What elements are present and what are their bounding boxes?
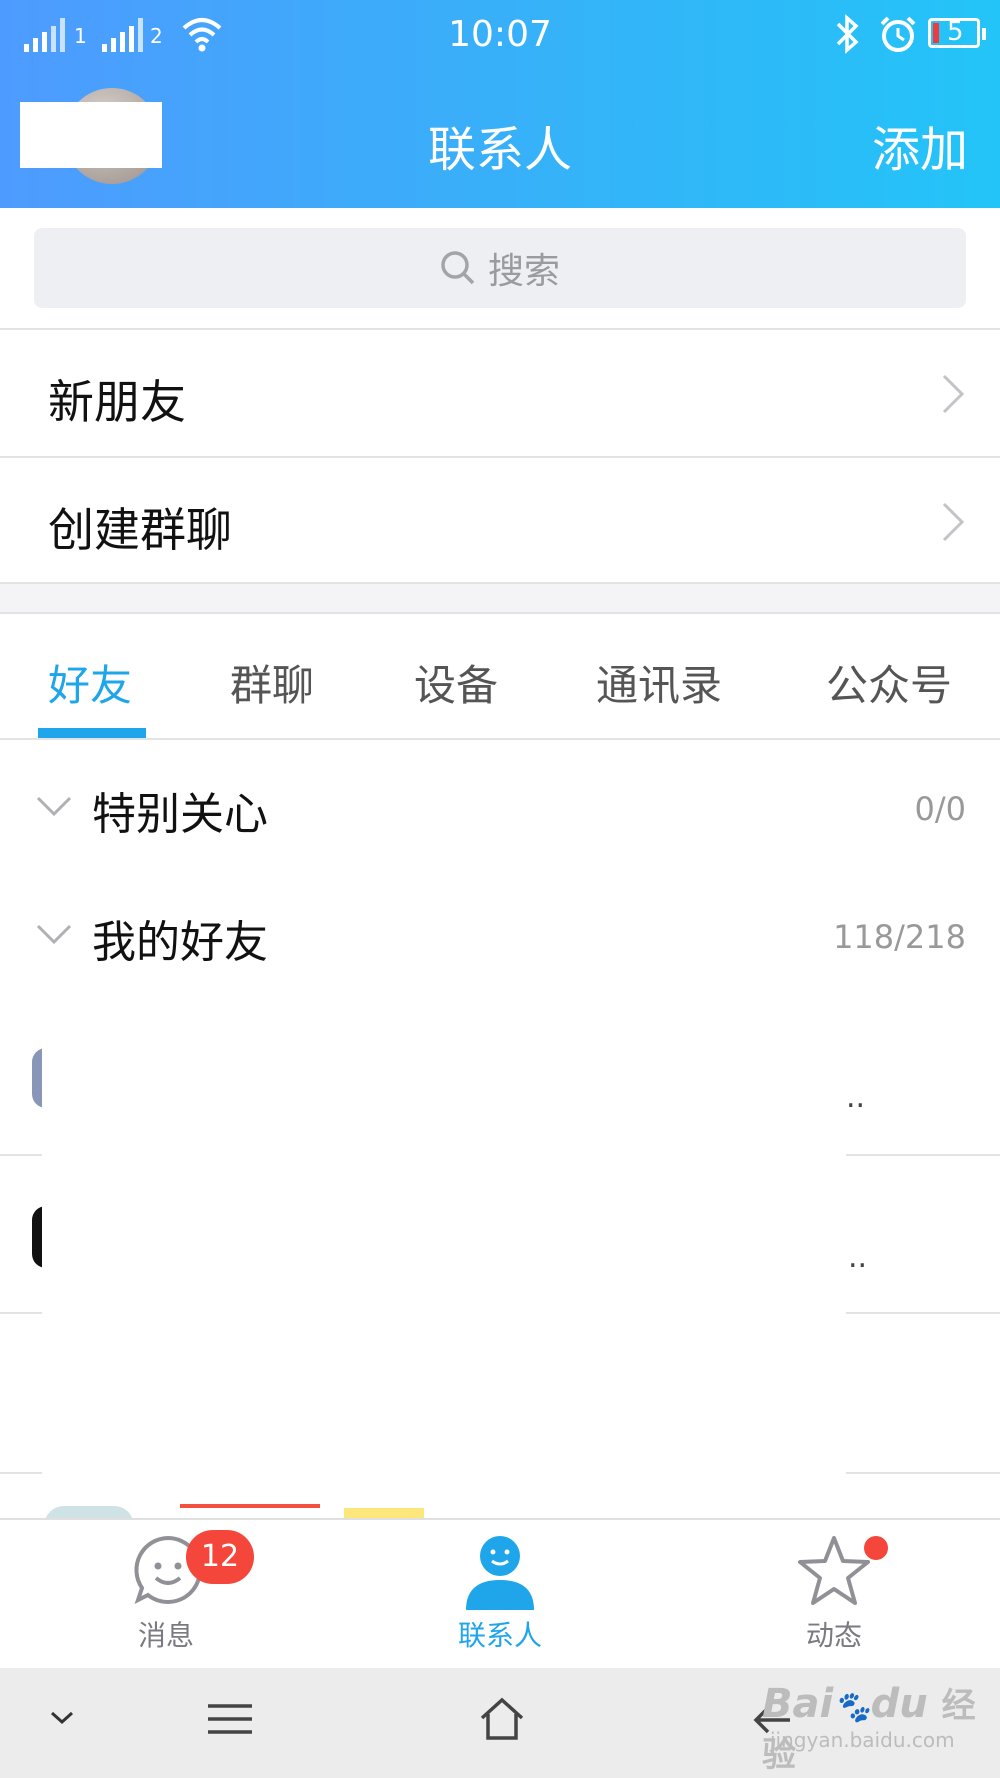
contact-row-suffix: ..	[848, 1240, 868, 1275]
collapse-icon[interactable]	[50, 1710, 74, 1726]
chevron-right-icon	[942, 374, 965, 414]
divider	[0, 612, 1000, 614]
new-friends-row[interactable]: 新朋友	[0, 330, 1000, 456]
nav-contacts-label: 联系人	[457, 1619, 542, 1652]
star-icon	[798, 1536, 870, 1605]
bluetooth-icon	[836, 14, 859, 54]
group-count: 0/0	[914, 790, 967, 828]
tab-groups[interactable]: 群聊	[230, 652, 314, 713]
menu-icon[interactable]	[206, 1702, 254, 1736]
page-title: 联系人	[427, 122, 572, 178]
contact-name-cutoff	[180, 1500, 320, 1518]
battery-tip	[982, 28, 986, 40]
group-my-friends[interactable]: 我的好友 118/218	[0, 898, 1000, 970]
tab-address-book[interactable]: 通讯录	[596, 652, 722, 713]
group-name: 特别关心	[92, 789, 268, 840]
create-group-row[interactable]: 创建群聊	[0, 458, 1000, 584]
tab-friends[interactable]: 好友	[48, 652, 132, 713]
tab-official-accounts[interactable]: 公众号	[826, 652, 952, 713]
section-gap	[0, 584, 1000, 614]
redacted-contact-list	[42, 980, 846, 1480]
new-friends-label: 新朋友	[48, 375, 186, 429]
header-bar: 1 2 10:07 5 联系人 添加	[0, 0, 1000, 208]
battery-icon: 5	[928, 17, 980, 48]
divider	[0, 738, 1000, 740]
search-placeholder: 搜索	[487, 251, 560, 292]
alarm-icon	[880, 16, 916, 52]
add-button[interactable]: 添加	[872, 110, 968, 180]
tab-devices[interactable]: 设备	[414, 652, 498, 713]
active-tab-indicator	[38, 728, 146, 738]
watermark-url: jingyan.baidu.com	[770, 1728, 955, 1752]
chevron-down-icon	[36, 924, 72, 945]
group-count: 118/218	[833, 918, 966, 956]
unread-badge: 12	[186, 1530, 254, 1584]
nav-messages-label: 消息	[137, 1619, 194, 1652]
nav-moments-label: 动态	[805, 1619, 862, 1652]
contacts-icon	[466, 1536, 534, 1610]
home-icon[interactable]	[478, 1696, 526, 1740]
search-icon	[441, 251, 475, 285]
watermark-logo: Bai🐾du 经验	[762, 1681, 976, 1775]
search-bar[interactable]: 搜索	[34, 228, 966, 308]
contact-row-suffix: ..	[846, 1080, 866, 1115]
chevron-right-icon	[942, 502, 965, 542]
group-special-care[interactable]: 特别关心 0/0	[0, 770, 1000, 842]
group-name: 我的好友	[92, 917, 268, 968]
chevron-down-icon	[36, 796, 72, 817]
notification-dot	[864, 1536, 888, 1560]
create-group-label: 创建群聊	[48, 503, 232, 557]
